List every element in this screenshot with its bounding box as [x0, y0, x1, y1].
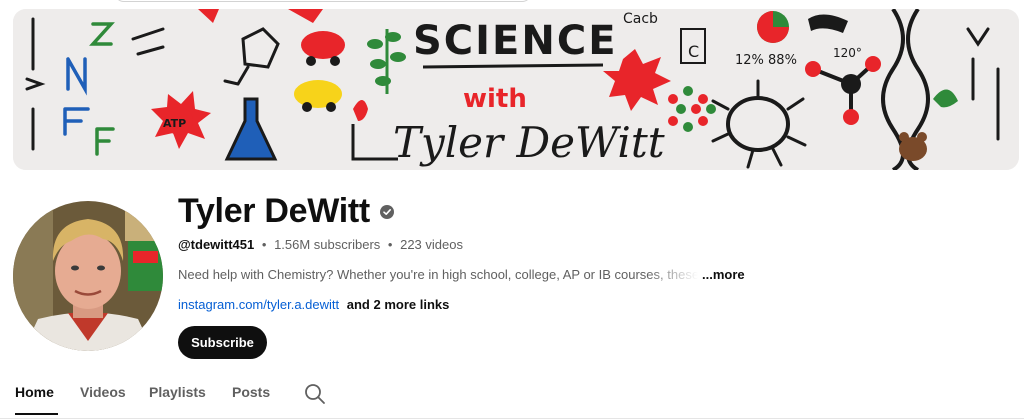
search-icon[interactable]: [304, 383, 326, 405]
channel-page: ATP SCIENCE with Tyler DeWitt 12% 88% C …: [0, 0, 1024, 419]
description-text: Need help with Chemistry? Whether you're…: [178, 267, 698, 282]
svg-text:C: C: [688, 42, 699, 61]
channel-links: instagram.com/tyler.a.dewitt and 2 more …: [178, 297, 449, 312]
avatar-image: [13, 201, 163, 351]
video-count: 223 videos: [400, 237, 463, 252]
channel-handle: @tdewitt451: [178, 237, 255, 252]
svg-text:Cacb: Cacb: [623, 11, 658, 27]
channel-name-text: Tyler DeWitt: [178, 192, 370, 230]
svg-text:12% 88%: 12% 88%: [735, 53, 797, 68]
description-more-button[interactable]: ...more: [702, 267, 745, 282]
meta-separator: •: [387, 237, 393, 252]
more-links-button[interactable]: and 2 more links: [347, 297, 450, 312]
verified-check-icon: [379, 204, 394, 219]
tab-videos[interactable]: Videos: [80, 384, 126, 400]
channel-meta: @tdewitt451 • 1.56M subscribers • 223 vi…: [178, 237, 463, 252]
channel-tabs: Home Videos Playlists Posts: [0, 371, 1024, 419]
subscribe-button[interactable]: Subscribe: [178, 326, 267, 359]
subscriber-count: 1.56M subscribers: [274, 237, 381, 252]
banner-title-science: SCIENCE: [413, 18, 618, 64]
channel-banner: ATP SCIENCE with Tyler DeWitt 12% 88% C …: [13, 9, 1019, 170]
channel-description[interactable]: Need help with Chemistry? Whether you're…: [178, 267, 745, 282]
tab-playlists[interactable]: Playlists: [149, 384, 206, 400]
svg-text:ATP: ATP: [163, 117, 186, 130]
banner-title-name: Tyler DeWitt: [393, 118, 665, 167]
channel-title: Tyler DeWitt: [178, 192, 394, 231]
search-bar-edge[interactable]: [114, 0, 532, 2]
svg-text:120°: 120°: [833, 46, 862, 60]
active-tab-indicator: [15, 413, 58, 415]
tab-posts[interactable]: Posts: [232, 384, 270, 400]
banner-doodles: ATP SCIENCE with Tyler DeWitt 12% 88% C …: [13, 9, 1019, 170]
banner-title-with: with: [463, 84, 527, 114]
meta-separator: •: [261, 237, 267, 252]
channel-avatar[interactable]: [13, 201, 163, 351]
instagram-link[interactable]: instagram.com/tyler.a.dewitt: [178, 297, 339, 312]
tab-home[interactable]: Home: [15, 384, 54, 400]
